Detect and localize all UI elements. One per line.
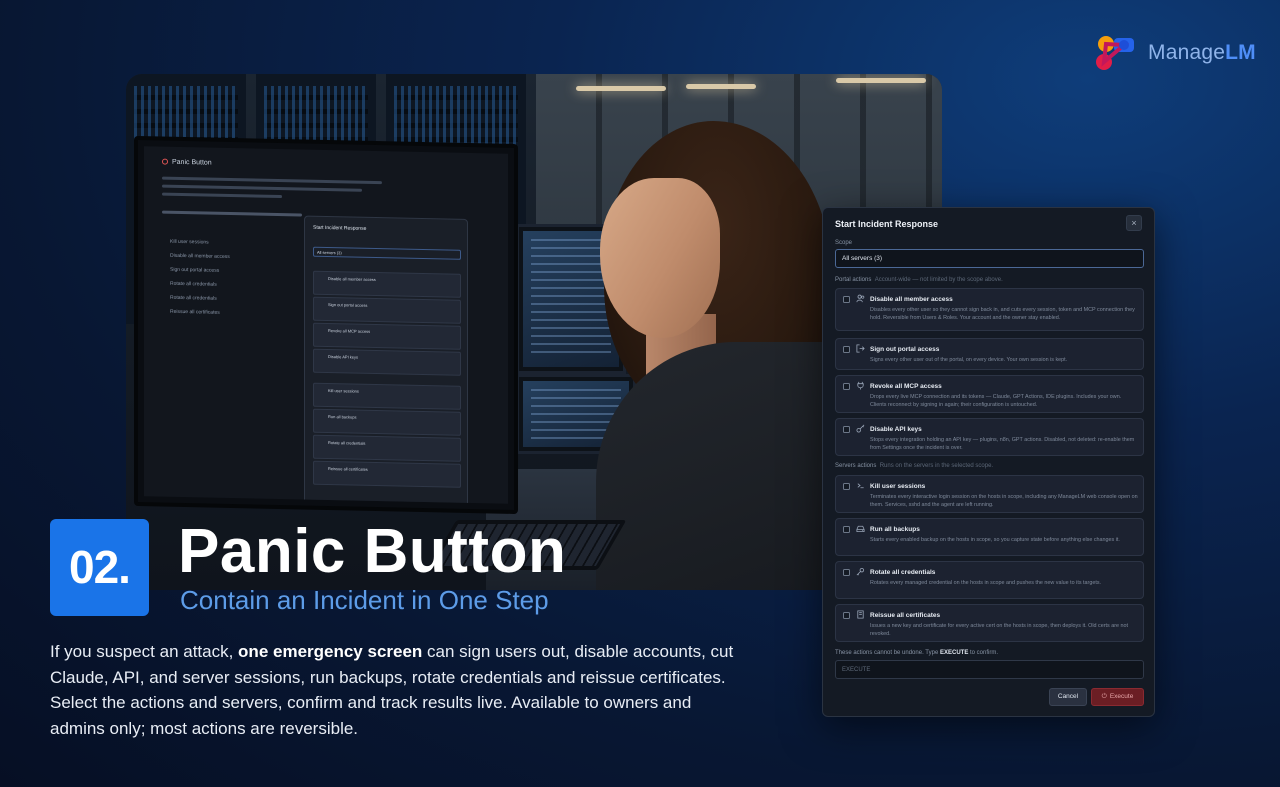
action-card-reissue-certificates[interactable]: Reissue all certificates Issues a new ke… bbox=[835, 604, 1144, 642]
front-monitor: Panic Button Kill user sessions Disable … bbox=[134, 135, 518, 515]
action-title: Sign out portal access bbox=[870, 346, 940, 353]
action-title: Reissue all certificates bbox=[870, 612, 941, 619]
certificate-icon bbox=[857, 610, 864, 619]
monitor-screen: Panic Button Kill user sessions Disable … bbox=[144, 146, 508, 504]
page-title: Panic Button bbox=[178, 517, 567, 586]
action-description: Drops every live MCP connection and its … bbox=[870, 394, 1122, 408]
action-card-revoke-mcp[interactable]: Revoke all MCP access Drops every live M… bbox=[835, 375, 1144, 413]
monitor-list-item: Sign out portal access bbox=[170, 266, 220, 274]
checkbox[interactable] bbox=[843, 569, 850, 576]
checkbox[interactable] bbox=[843, 526, 850, 533]
section-number-badge: 02. bbox=[50, 519, 149, 616]
checkbox[interactable] bbox=[843, 383, 850, 390]
checkbox[interactable] bbox=[843, 426, 850, 433]
scope-select[interactable]: All servers (3) bbox=[835, 249, 1144, 268]
action-description: Starts every enabled backup on the hosts… bbox=[870, 537, 1120, 543]
page-subtitle: Contain an Incident in One Step bbox=[180, 585, 549, 615]
monitor-modal: Start Incident Response All servers (3) … bbox=[304, 215, 468, 504]
action-title: Revoke all MCP access bbox=[870, 383, 942, 390]
action-card-disable-api-keys[interactable]: Disable API keys Stops every integration… bbox=[835, 418, 1144, 456]
monitor-list-item: Reissue all certificates bbox=[170, 308, 220, 316]
description-paragraph: If you suspect an attack, one emergency … bbox=[50, 642, 734, 738]
ceiling-light bbox=[836, 78, 926, 83]
action-description: Rotates every managed credential on the … bbox=[870, 580, 1102, 586]
scope-label: Scope bbox=[835, 240, 853, 246]
sign-out-icon bbox=[856, 344, 865, 353]
checkbox[interactable] bbox=[843, 346, 850, 353]
action-title: Kill user sessions bbox=[870, 483, 926, 490]
monitor-modal-scope: All servers (3) bbox=[313, 246, 461, 260]
action-description: Signs every other user out of the portal… bbox=[870, 357, 1068, 363]
key-icon bbox=[856, 424, 865, 433]
monitor-modal-title: Start Incident Response bbox=[313, 224, 367, 232]
portal-actions-label: Portal actions Account-wide — not limite… bbox=[835, 277, 1003, 283]
action-title: Disable all member access bbox=[870, 296, 953, 303]
action-description: Issues a new key and certificate for eve… bbox=[870, 623, 1128, 637]
monitor-title: Panic Button bbox=[162, 158, 212, 167]
action-title: Disable API keys bbox=[870, 426, 922, 433]
close-icon[interactable]: × bbox=[1126, 215, 1142, 231]
brand-logo: ManageLM bbox=[1094, 32, 1256, 74]
checkbox[interactable] bbox=[843, 612, 850, 619]
action-card-run-backups[interactable]: Run all backups Starts every enabled bac… bbox=[835, 518, 1144, 556]
confirm-instruction: These actions cannot be undone. Type EXE… bbox=[835, 650, 999, 656]
cancel-button[interactable]: Cancel bbox=[1049, 688, 1087, 706]
monitor-list-item: Disable all member access bbox=[170, 252, 230, 260]
ceiling-light bbox=[686, 84, 756, 89]
action-card-disable-member-access[interactable]: Disable all member access Disables every… bbox=[835, 288, 1144, 331]
plug-icon bbox=[857, 381, 864, 390]
action-description: Disables every other user so they cannot… bbox=[870, 307, 1135, 321]
power-icon: ⏻ bbox=[1101, 693, 1107, 700]
managelm-logo-icon bbox=[1096, 36, 1134, 70]
incident-response-dialog: Start Incident Response × Scope All serv… bbox=[822, 207, 1155, 717]
terminal-icon bbox=[857, 483, 864, 489]
ceiling-light bbox=[576, 86, 666, 91]
action-title: Run all backups bbox=[870, 526, 920, 533]
dialog-title: Start Incident Response bbox=[835, 219, 939, 229]
monitor-list-item: Rotate all credentials bbox=[170, 294, 217, 302]
drive-icon bbox=[856, 525, 865, 533]
key-rotate-icon bbox=[856, 567, 865, 576]
execute-button[interactable]: ⏻ Execute bbox=[1091, 688, 1144, 706]
action-card-kill-user-sessions[interactable]: Kill user sessions Terminates every inte… bbox=[835, 475, 1144, 513]
action-card-sign-out-portal[interactable]: Sign out portal access Signs every other… bbox=[835, 338, 1144, 370]
person-face bbox=[600, 178, 720, 338]
confirm-input[interactable]: EXECUTE bbox=[835, 660, 1144, 679]
action-description: Stops every integration holding an API k… bbox=[870, 437, 1135, 451]
server-actions-label: Servers actions Runs on the servers in t… bbox=[835, 463, 994, 469]
users-icon bbox=[856, 294, 865, 303]
checkbox[interactable] bbox=[843, 483, 850, 490]
brand-name: ManageLM bbox=[1148, 41, 1256, 64]
hero-photo: Panic Button Kill user sessions Disable … bbox=[126, 74, 942, 590]
action-card-rotate-credentials[interactable]: Rotate all credentials Rotates every man… bbox=[835, 561, 1144, 599]
monitor-list-item: Kill user sessions bbox=[170, 238, 209, 246]
action-description: Terminates every interactive login sessi… bbox=[870, 494, 1138, 508]
checkbox[interactable] bbox=[843, 296, 850, 303]
action-title: Rotate all credentials bbox=[870, 569, 936, 576]
monitor-list-item: Rotate all credentials bbox=[170, 280, 217, 288]
